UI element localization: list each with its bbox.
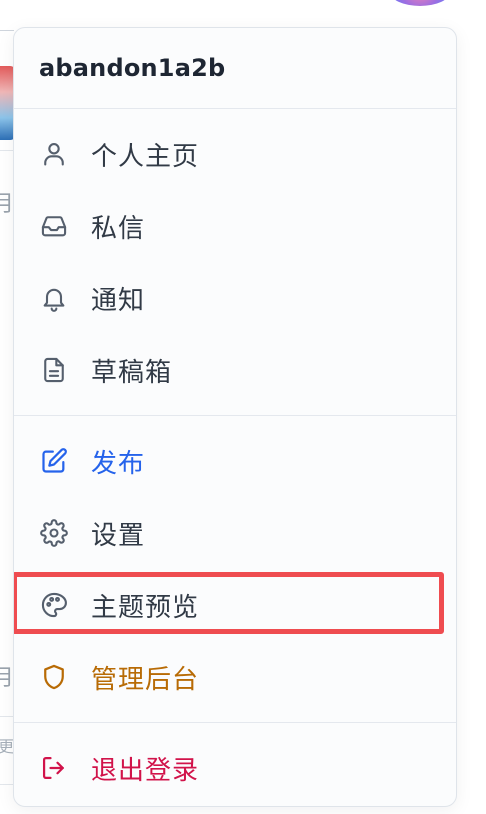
- menu-section-session: 退出登录: [14, 723, 456, 806]
- background-divider: [0, 30, 14, 31]
- shield-icon: [39, 662, 69, 692]
- user-icon: [39, 139, 69, 169]
- highlight-box: [14, 572, 444, 634]
- menu-item-label: 管理后台: [91, 664, 200, 695]
- header-avatar[interactable]: [390, 0, 450, 6]
- logout-icon: [39, 753, 69, 783]
- bell-icon: [39, 283, 69, 313]
- menu-item-label: 发布: [91, 448, 146, 479]
- menu-item-messages[interactable]: 私信: [14, 190, 456, 262]
- menu-section-account: 个人主页 私信 通知 草稿箱: [14, 109, 456, 416]
- menu-item-drafts[interactable]: 草稿箱: [14, 334, 456, 406]
- menu-item-logout[interactable]: 退出登录: [14, 732, 456, 804]
- menu-item-label: 通知: [91, 285, 146, 316]
- menu-item-profile[interactable]: 个人主页: [14, 118, 456, 190]
- menu-item-admin[interactable]: 管理后台: [14, 641, 456, 713]
- palette-icon: [39, 590, 69, 620]
- menu-item-settings[interactable]: 设置: [14, 497, 456, 569]
- menu-item-publish[interactable]: 发布: [14, 425, 456, 497]
- background-divider: [0, 784, 14, 785]
- menu-header: abandon1a2b: [14, 28, 456, 109]
- username: abandon1a2b: [39, 54, 226, 82]
- edit-icon: [39, 446, 69, 476]
- menu-item-notifications[interactable]: 通知: [14, 262, 456, 334]
- menu-item-label: 设置: [91, 520, 146, 551]
- menu-item-label: 退出登录: [91, 755, 200, 786]
- gear-icon: [39, 518, 69, 548]
- background-divider: [0, 150, 14, 151]
- menu-item-label: 个人主页: [91, 141, 200, 172]
- menu-section-actions: 发布 设置 主题预览 管理后台: [14, 416, 456, 723]
- menu-item-label: 草稿箱: [91, 357, 173, 388]
- background-divider: [0, 716, 14, 717]
- menu-item-label: 主题预览: [91, 592, 200, 623]
- inbox-icon: [39, 211, 69, 241]
- document-icon: [39, 355, 69, 385]
- user-dropdown-menu: abandon1a2b 个人主页 私信 通知 草稿箱 发布 设置 主题预览 管理…: [13, 27, 457, 807]
- menu-item-theme-preview[interactable]: 主题预览: [14, 569, 456, 641]
- menu-item-label: 私信: [91, 213, 146, 244]
